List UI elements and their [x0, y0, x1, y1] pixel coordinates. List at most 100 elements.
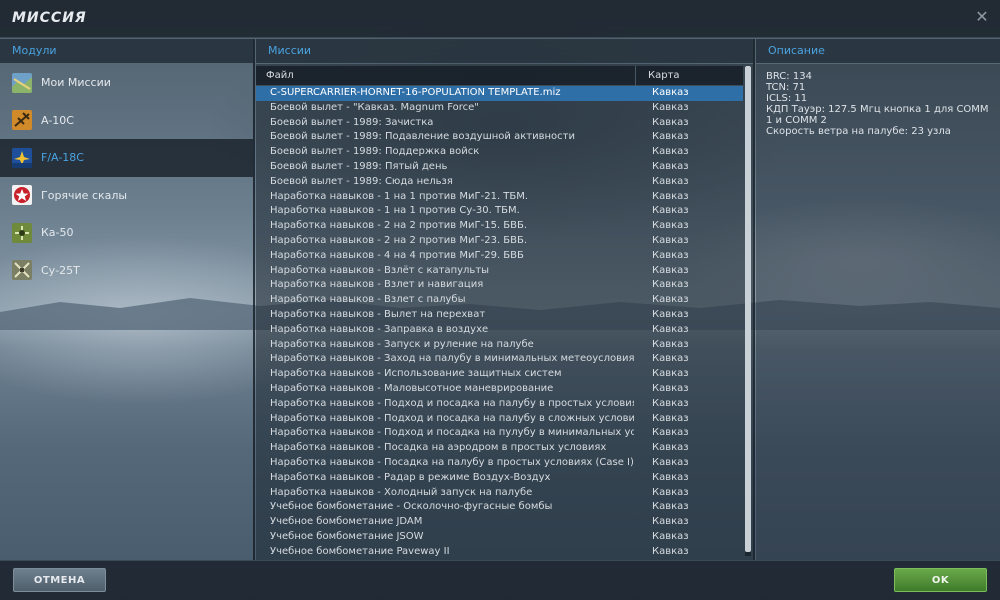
missions-header: Миссии	[256, 39, 753, 63]
mission-file-cell: Наработка навыков - Взлет и навигация	[270, 279, 484, 291]
mission-file-cell: Боевой вылет - 1989: Подавление воздушно…	[270, 131, 575, 143]
mission-map-cell: Кавказ	[652, 264, 689, 276]
column-separator[interactable]	[635, 66, 636, 86]
mission-file-cell: Наработка навыков - Использование защитн…	[270, 368, 562, 380]
mission-file-cell: Наработка навыков - 4 на 4 против МиГ-29…	[270, 249, 524, 261]
mission-map-cell: Кавказ	[652, 412, 689, 424]
mission-map-cell: Кавказ	[652, 294, 689, 306]
table-row[interactable]: Наработка навыков - 1 на 1 против Су-30.…	[256, 204, 743, 219]
table-row[interactable]: Наработка навыков - Взлет с палубы Кавказ	[256, 293, 743, 308]
module-item-su25t[interactable]: Су-25Т	[0, 252, 253, 290]
table-row[interactable]: Наработка навыков - 4 на 4 против МиГ-29…	[256, 249, 743, 264]
mission-file-cell: Боевой вылет - 1989: Поддержка войск	[270, 146, 480, 158]
module-item-hot-rocks[interactable]: Горячие скалы	[0, 177, 253, 215]
mission-file-cell: Наработка навыков - Посадка на аэродром …	[270, 442, 607, 454]
table-row[interactable]: C-SUPERCARRIER-HORNET-16-POPULATION TEMP…	[256, 86, 743, 101]
star-icon	[12, 185, 32, 206]
mission-file-cell: Наработка навыков - 1 на 1 против МиГ-21…	[270, 190, 529, 202]
table-row[interactable]: Наработка навыков - Взлёт с катапульты Ка…	[256, 264, 743, 279]
mission-map-cell: Кавказ	[652, 175, 689, 187]
mission-file-cell: Наработка навыков - Взлет с палубы	[270, 294, 466, 306]
table-row[interactable]: Наработка навыков - Маловысотное маневри…	[256, 382, 743, 397]
table-row[interactable]: Боевой вылет - 1989: Сюда нельзя Кавказ	[256, 175, 743, 190]
mission-file-cell: Наработка навыков - Маловысотное маневри…	[270, 382, 554, 394]
column-divider	[753, 39, 755, 560]
mission-file-cell: Боевой вылет - 1989: Пятый день	[270, 160, 448, 172]
missions-table-body: C-SUPERCARRIER-HORNET-16-POPULATION TEMP…	[256, 86, 743, 560]
table-row[interactable]: Наработка навыков - Подход и посадка на …	[256, 412, 743, 427]
footer-bar: ОТМЕНА OK	[0, 560, 1000, 600]
table-row[interactable]: Наработка навыков - Использование защитн…	[256, 367, 743, 382]
mission-file-cell: Наработка навыков - Посадка на палубу в …	[270, 456, 634, 468]
mission-file-cell: Наработка навыков - Радар в режиме Возду…	[270, 471, 551, 483]
mission-map-cell: Кавказ	[652, 530, 689, 542]
cancel-button[interactable]: ОТМЕНА	[13, 568, 106, 592]
mission-file-cell: Боевой вылет - 1989: Сюда нельзя	[270, 175, 453, 187]
module-label: Горячие скалы	[41, 188, 128, 202]
window-title: МИССИЯ	[12, 10, 87, 26]
mission-map-cell: Кавказ	[652, 368, 689, 380]
table-row[interactable]: Боевой вылет - 1989: Зачистка Кавказ	[256, 116, 743, 131]
table-row[interactable]: Учебное бомбометание - Осколочно-фугасны…	[256, 500, 743, 515]
file-column-header[interactable]: Файл	[266, 70, 294, 81]
table-row[interactable]: Наработка навыков - Вылет на перехват Кав…	[256, 308, 743, 323]
scrollbar-thumb[interactable]	[745, 66, 751, 552]
map-column-header[interactable]: Карта	[648, 70, 680, 81]
title-bar: МИССИЯ ✕	[0, 0, 1000, 38]
table-row[interactable]: Учебное бомбометание Paveway II Кавказ	[256, 545, 743, 560]
mission-map-cell: Кавказ	[652, 190, 689, 202]
table-row[interactable]: Наработка навыков - 1 на 1 против МиГ-21…	[256, 190, 743, 205]
table-row[interactable]: Наработка навыков - Радар в режиме Возду…	[256, 471, 743, 486]
table-row[interactable]: Учебное бомбометание JSOW Кавказ	[256, 530, 743, 545]
table-row[interactable]: Наработка навыков - 2 на 2 против МиГ-23…	[256, 234, 743, 249]
description-panel: BRC: 134 TCN: 71 ICLS: 11 КДП Тауэр: 127.5 …	[756, 64, 1000, 560]
mission-file-cell: Наработка навыков - Подход и посадка на …	[270, 397, 634, 409]
table-row[interactable]: Боевой вылет - 1989: Подавление воздушно…	[256, 130, 743, 145]
mission-map-cell: Кавказ	[652, 146, 689, 158]
ok-button[interactable]: OK	[894, 568, 987, 592]
mission-map-cell: Кавказ	[652, 234, 689, 246]
table-row[interactable]: Наработка навыков - Посадка на аэродром …	[256, 441, 743, 456]
module-item-a10c[interactable]: A-10C	[0, 102, 253, 140]
mission-file-cell: Наработка навыков - Заход на палубу в ми…	[270, 353, 634, 365]
mission-file-cell: Боевой вылет - 1989: Зачистка	[270, 116, 434, 128]
table-row[interactable]: Наработка навыков - Заход на палубу в ми…	[256, 352, 743, 367]
table-row[interactable]: Наработка навыков - Подход и посадка на …	[256, 426, 743, 441]
module-item-fa18c[interactable]: F/A-18C	[0, 139, 253, 177]
missions-table-header: Файл Карта	[256, 66, 743, 86]
mission-map-cell: Кавказ	[652, 205, 689, 217]
mission-file-cell: Наработка навыков - Холодный запуск на п…	[270, 486, 533, 498]
ka50-icon	[12, 222, 32, 243]
missions-scrollbar[interactable]	[745, 66, 751, 556]
mission-file-cell: Наработка навыков - 2 на 2 против МиГ-23…	[270, 234, 528, 246]
mission-file-cell: Учебное бомбометание Paveway II	[270, 545, 450, 557]
mission-file-cell: Наработка навыков - Взлёт с катапульты	[270, 264, 490, 276]
module-item-my-missions[interactable]: Мои Миссии	[0, 64, 253, 102]
table-row[interactable]: Наработка навыков - Заправка в воздухе Ка…	[256, 323, 743, 338]
table-row[interactable]: Боевой вылет - 1989: Поддержка войск Кавк…	[256, 145, 743, 160]
description-line: TCN: 71	[766, 82, 806, 93]
a10c-icon	[12, 110, 32, 131]
table-row[interactable]: Наработка навыков - Посадка на палубу в …	[256, 456, 743, 471]
mission-map-cell: Кавказ	[652, 308, 689, 320]
table-row[interactable]: Боевой вылет - 1989: Пятый день Кавказ	[256, 160, 743, 175]
table-row[interactable]: Наработка навыков - Взлет и навигация Кав…	[256, 278, 743, 293]
mission-map-cell: Кавказ	[652, 382, 689, 394]
mission-map-cell: Кавказ	[652, 323, 689, 335]
mission-map-cell: Кавказ	[652, 397, 689, 409]
table-row[interactable]: Наработка навыков - Запуск и руление на …	[256, 338, 743, 353]
mission-file-cell: Наработка навыков - Запуск и руление на …	[270, 338, 534, 350]
mission-map-cell: Кавказ	[652, 516, 689, 528]
table-row[interactable]: Учебное бомбометание JDAM Кавказ	[256, 515, 743, 530]
module-item-ka50[interactable]: Ка-50	[0, 214, 253, 252]
table-row[interactable]: Наработка навыков - 2 на 2 против МиГ-15…	[256, 219, 743, 234]
table-row[interactable]: Боевой вылет - "Кавказ. Magnum Force" Кав…	[256, 101, 743, 116]
description-line: BRC: 134	[766, 71, 812, 82]
mission-map-cell: Кавказ	[652, 486, 689, 498]
table-row[interactable]: Наработка навыков - Холодный запуск на п…	[256, 486, 743, 501]
mission-file-cell: Наработка навыков - Подход и посадка на …	[270, 412, 634, 424]
module-label: F/A-18C	[41, 151, 84, 165]
table-row[interactable]: Наработка навыков - Подход и посадка на …	[256, 397, 743, 412]
mission-file-cell: C-SUPERCARRIER-HORNET-16-POPULATION TEMP…	[270, 87, 561, 98]
close-icon[interactable]: ✕	[974, 9, 990, 25]
